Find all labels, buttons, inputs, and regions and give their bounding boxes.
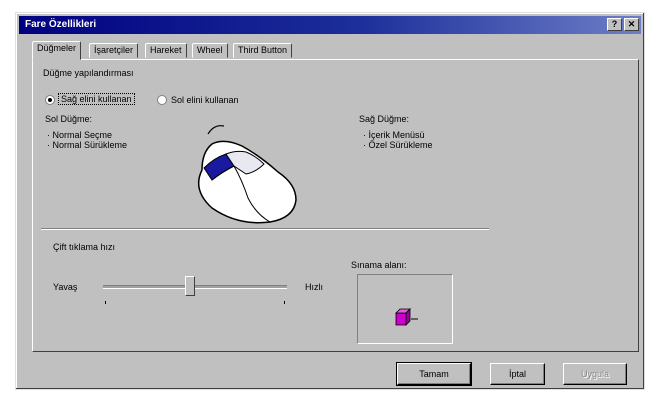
slow-label: Yavaş [53, 282, 78, 292]
tab-third-button[interactable]: Third Button [233, 43, 293, 58]
left-button-action-1: · Normal Seçme [47, 130, 113, 140]
slider-tick [105, 301, 106, 304]
left-handed-label[interactable]: Sol elini kullanan [171, 95, 239, 105]
right-handed-radio[interactable] [45, 95, 55, 105]
mouse-icon [197, 125, 297, 224]
test-area[interactable] [357, 274, 453, 344]
buttons-tab-panel: Düğme yapılandırması Sağ elini kullanan … [32, 59, 639, 352]
double-click-title: Çift tıklama hızı [53, 242, 116, 252]
tab-pointers[interactable]: İşaretçiler [89, 43, 139, 58]
slider-thumb[interactable] [185, 276, 195, 296]
mouse-properties-dialog: Fare Özellikleri ? ✕ Düğmeler İşaretçile… [15, 12, 645, 390]
close-button[interactable]: ✕ [624, 18, 639, 31]
left-button-action-2: · Normal Sürükleme [47, 140, 128, 150]
right-button-action-2: · Özel Sürükleme [363, 140, 433, 150]
slider-track [103, 285, 287, 289]
tab-buttons[interactable]: Düğmeler [32, 41, 82, 60]
tab-wheel[interactable]: Wheel [192, 43, 228, 58]
slider-tick [284, 301, 285, 304]
help-button[interactable]: ? [607, 18, 622, 31]
right-handed-option[interactable]: Sağ elini kullanan [58, 93, 135, 105]
left-button-title: Sol Düğme: [45, 114, 93, 124]
test-area-label: Sınama alanı: [351, 260, 407, 270]
window-title: Fare Özellikleri [25, 19, 97, 30]
group-divider [41, 228, 489, 230]
right-button-title: Sağ Düğme: [359, 114, 410, 124]
tab-motion[interactable]: Hareket [145, 43, 187, 58]
left-handed-radio[interactable] [157, 95, 167, 105]
test-box-icon [395, 308, 418, 326]
apply-button[interactable]: Uygula [563, 363, 627, 385]
button-config-title: Düğme yapılandırması [43, 68, 134, 78]
fast-label: Hızlı [305, 282, 323, 292]
title-bar[interactable]: Fare Özellikleri ? ✕ [19, 16, 641, 34]
right-handed-label: Sağ elini kullanan [58, 93, 135, 105]
double-click-speed-slider[interactable] [103, 274, 287, 304]
cancel-button[interactable]: İptal [490, 363, 545, 385]
ok-button[interactable]: Tamam [396, 362, 472, 386]
right-button-action-1: · İçerik Menüsü [363, 130, 425, 140]
